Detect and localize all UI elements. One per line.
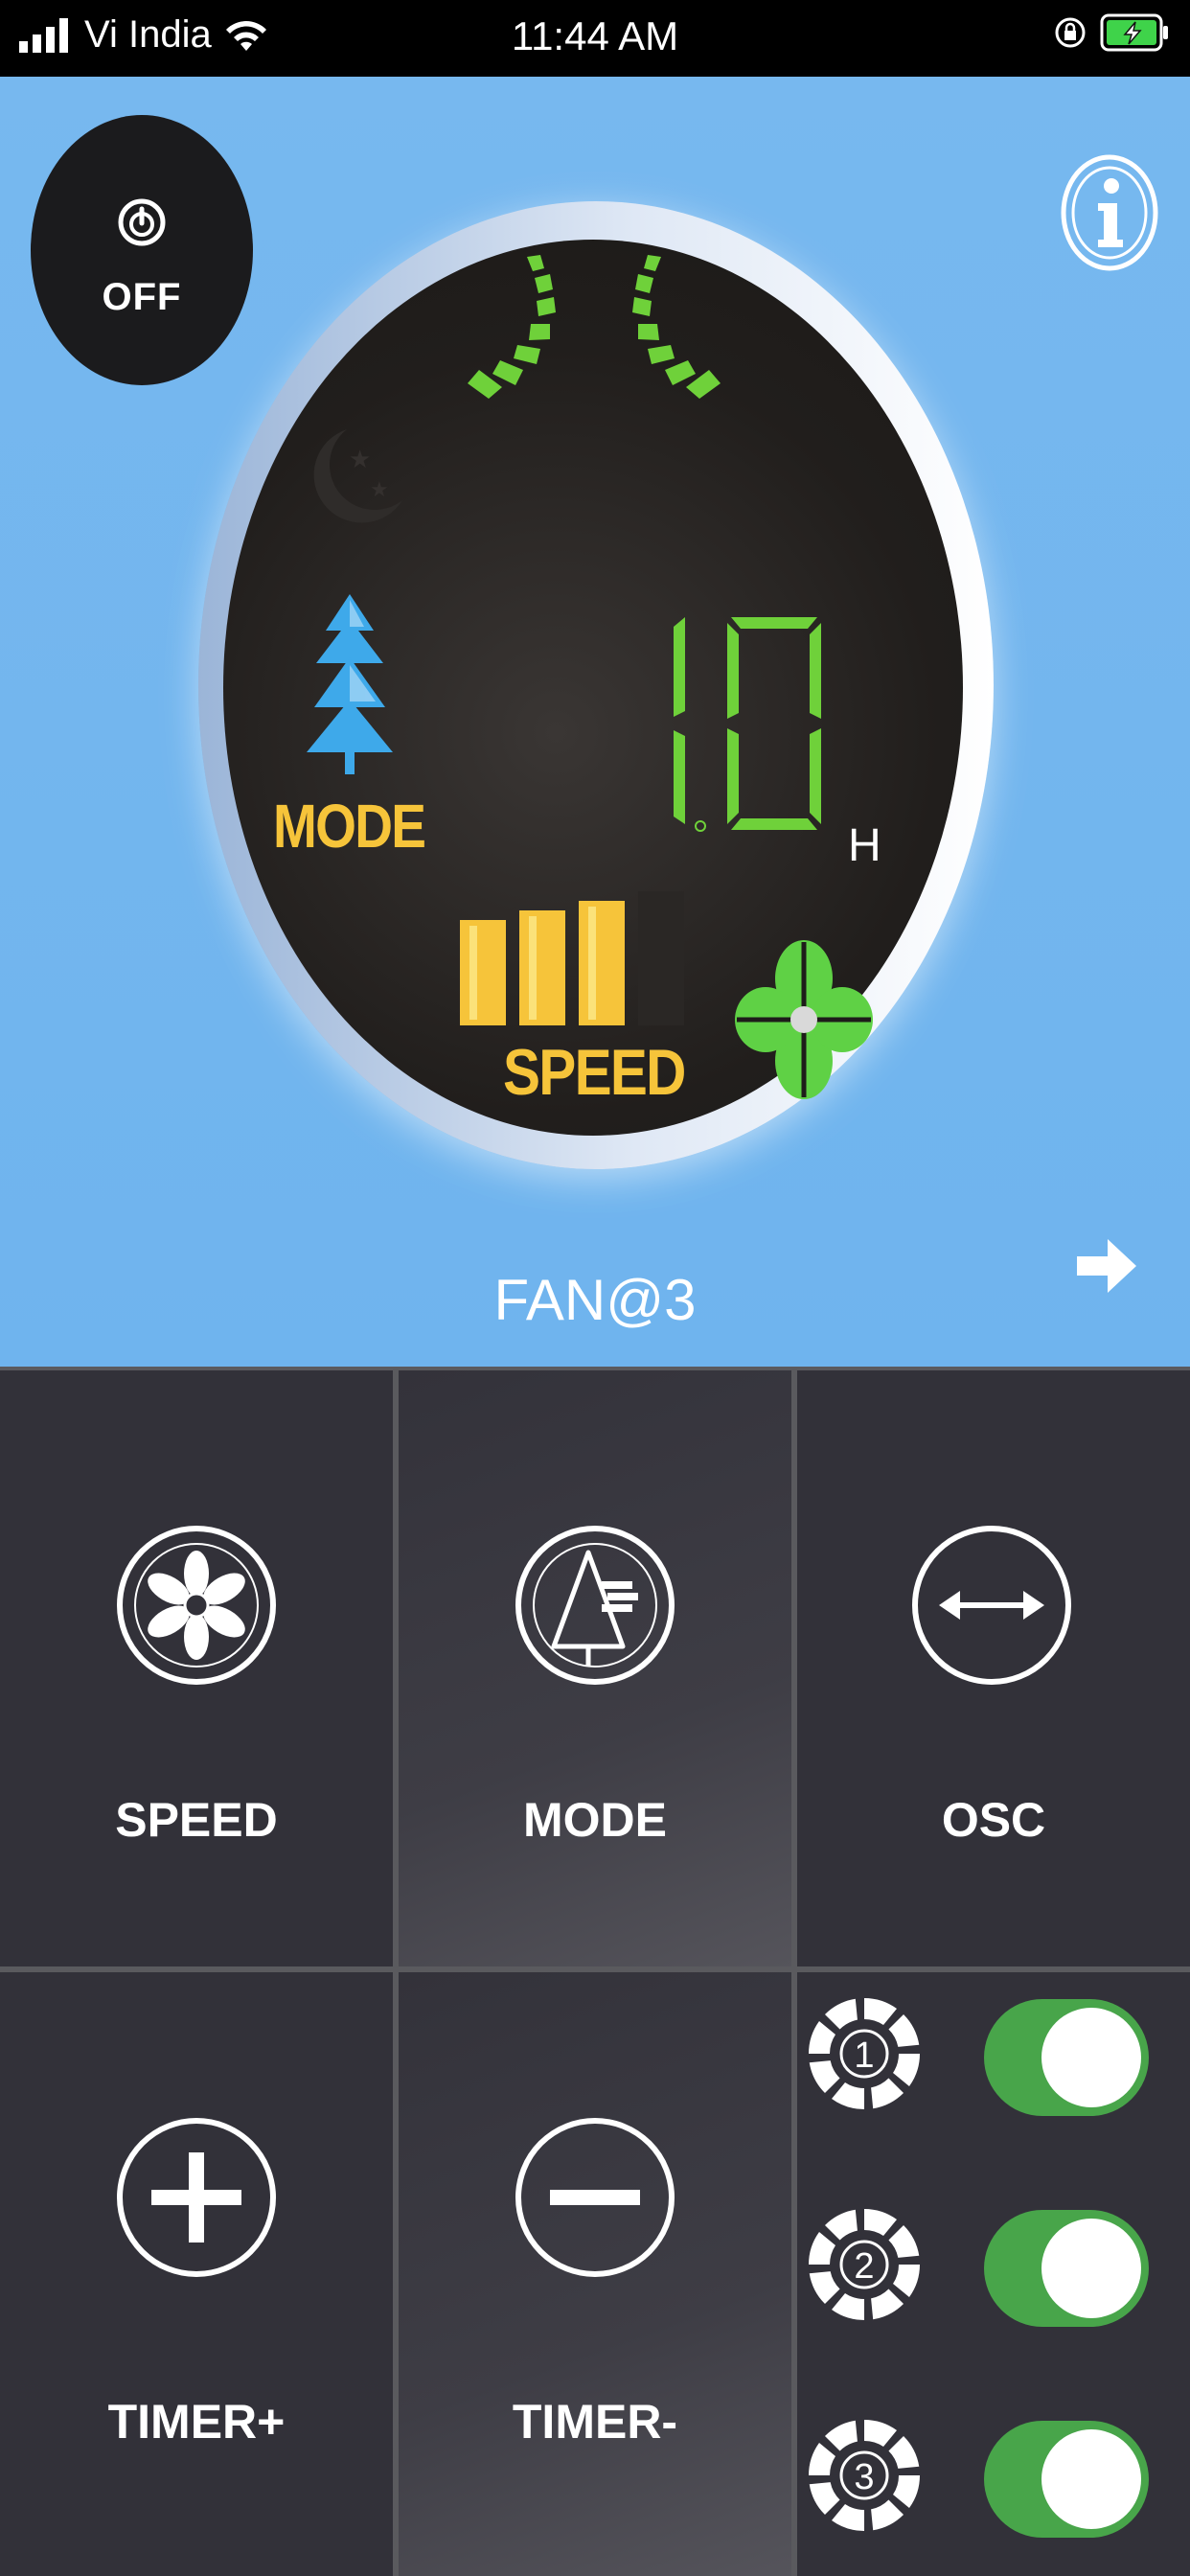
timer-digits: [674, 617, 821, 832]
oscillate-arrows-icon: [912, 1526, 1071, 1685]
mode-tree-outline-icon: [515, 1526, 675, 1685]
fan-2-row: 2: [807, 2183, 1152, 2327]
device-name: FAN@3: [493, 1268, 697, 1332]
swing-icon: [468, 255, 721, 399]
fan-speed-icon: [117, 1526, 276, 1685]
fan-2-number: 2: [854, 2246, 874, 2287]
speed-bar-shine: [469, 926, 477, 1020]
mode-indicator-label: MODE: [273, 792, 426, 861]
timer-plus-label: TIMER+: [107, 2395, 286, 2449]
fan-2-icon: 2: [809, 2209, 920, 2320]
timer-unit: H: [848, 820, 881, 871]
arrow-right-icon[interactable]: [1071, 1231, 1140, 1300]
fan-1-row: 1: [807, 1972, 1152, 2116]
speed-bar-1: [460, 920, 506, 1025]
osc-button[interactable]: OSC: [797, 1370, 1190, 1966]
fan-running-icon: [735, 940, 873, 1099]
speed-bar-shine: [588, 907, 596, 1020]
speed-bar-shine: [529, 916, 537, 1020]
toggle-knob: [1041, 2008, 1141, 2107]
power-off-button[interactable]: OFF: [31, 115, 253, 385]
fan-1-toggle[interactable]: [984, 1999, 1149, 2116]
osc-button-label: OSC: [941, 1793, 1046, 1847]
speed-bar-3: [579, 901, 625, 1025]
svg-text:★: ★: [370, 478, 389, 502]
mode-button-label: MODE: [523, 1793, 667, 1847]
battery-charging-icon: [1100, 13, 1168, 52]
toggle-knob: [1041, 2219, 1141, 2318]
control-grid: SPEED MODE OSC TIMER+ TIMER- 1 2 3: [0, 1367, 1190, 2576]
speed-level-bars: [460, 891, 684, 1025]
fan-3-toggle[interactable]: [984, 2421, 1149, 2538]
toggle-knob: [1041, 2429, 1141, 2529]
mode-tree-icon: [307, 594, 393, 774]
svg-text:★: ★: [349, 446, 371, 474]
fan-3-row: 3: [807, 2394, 1152, 2538]
fan-1-number: 1: [854, 2036, 874, 2076]
fan-display-panel: OFF ★ ★ MODE H SPEED FAN@3: [0, 77, 1190, 1367]
status-time: 11:44 AM: [511, 13, 679, 58]
power-icon: [118, 198, 166, 246]
fan-3-icon: 3: [809, 2420, 920, 2531]
mode-button[interactable]: MODE: [399, 1370, 791, 1966]
speed-button[interactable]: SPEED: [0, 1370, 393, 1966]
power-label: OFF: [102, 276, 182, 318]
status-bar: Vi India 11:44 AM: [0, 0, 1190, 77]
fan-toggle-panel: 1 2 3: [797, 1972, 1190, 2576]
info-icon[interactable]: [1060, 153, 1159, 272]
speed-bar-2: [519, 910, 565, 1025]
plus-icon: [117, 2118, 276, 2277]
minus-icon: [515, 2118, 675, 2277]
fan-2-toggle[interactable]: [984, 2210, 1149, 2327]
fan-1-icon: 1: [809, 1998, 920, 2109]
status-right: [1054, 13, 1171, 52]
speed-indicator-label: SPEED: [503, 1036, 686, 1109]
sleep-moon-icon: ★ ★: [313, 429, 402, 523]
speed-bar-4: [638, 891, 684, 1025]
timer-minus-label: TIMER-: [512, 2395, 678, 2449]
fan-3-number: 3: [854, 2457, 874, 2497]
orientation-lock-icon: [1055, 17, 1086, 48]
speed-button-label: SPEED: [115, 1793, 278, 1847]
timer-plus-button[interactable]: TIMER+: [0, 1972, 393, 2576]
timer-minus-button[interactable]: TIMER-: [399, 1972, 791, 2576]
